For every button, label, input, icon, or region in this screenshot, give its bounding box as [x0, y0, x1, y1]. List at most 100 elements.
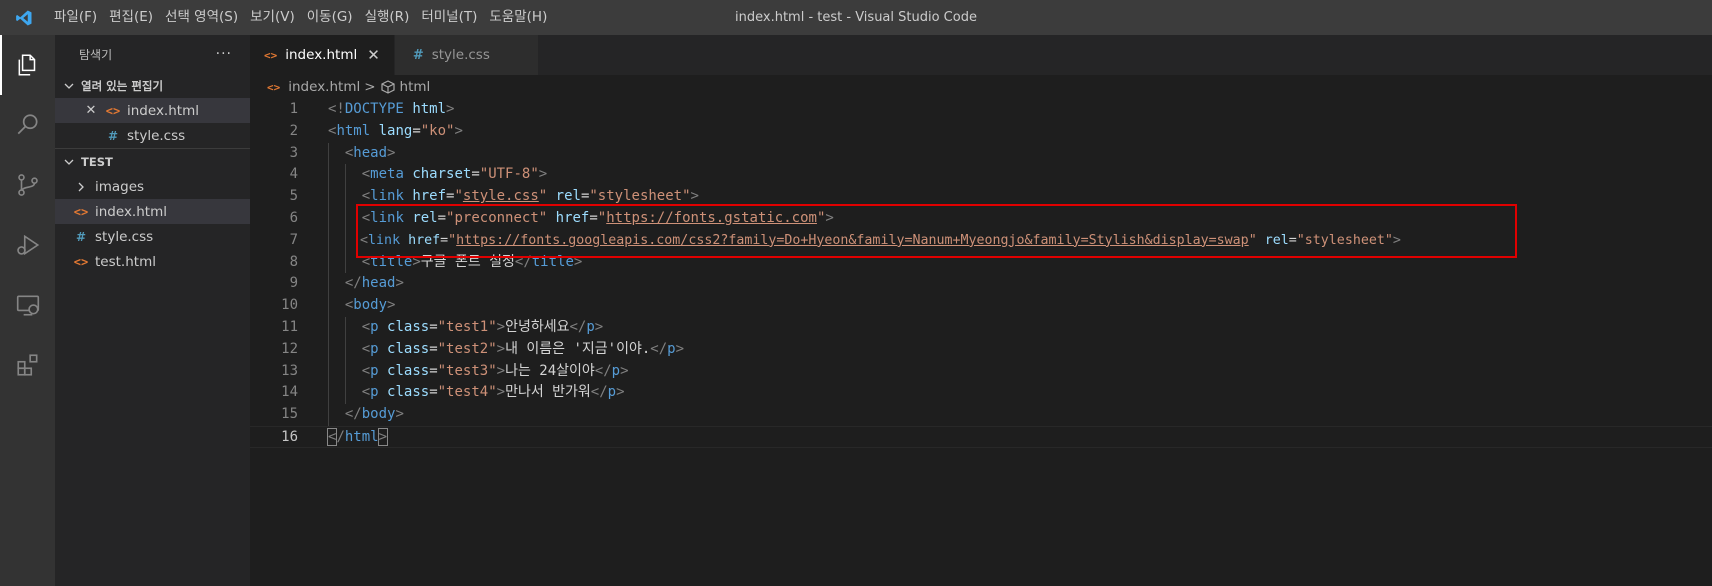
menu-terminal[interactable]: 터미널(T)	[415, 0, 483, 35]
indent-guide	[328, 207, 329, 230]
menu-edit[interactable]: 편집(E)	[103, 0, 159, 35]
menu-file[interactable]: 파일(F)	[48, 0, 103, 35]
line-number: 6	[289, 209, 298, 226]
highlight-box	[356, 204, 1517, 258]
code-line: 15 </body>	[250, 404, 1712, 426]
tab-style-css[interactable]: # style.css	[394, 35, 539, 75]
breadcrumb-separator: >	[364, 79, 376, 95]
menu-view[interactable]: 보기(V)	[244, 0, 301, 35]
open-editors-section[interactable]: 열려 있는 편집기	[55, 73, 250, 98]
indent-guide	[345, 186, 346, 208]
tab-index-html[interactable]: <> index.html ✕	[250, 35, 395, 75]
breadcrumb-symbol[interactable]: html	[400, 79, 431, 95]
indent-guide	[328, 229, 329, 252]
open-editor-index-html[interactable]: ✕ <> index.html	[55, 98, 250, 123]
indent-guide	[328, 338, 329, 361]
code-line: 3 <head>	[250, 142, 1712, 165]
line-number: 12	[281, 340, 298, 357]
code-line: 11 <p class="test1">안녕하세요</p>	[250, 316, 1712, 339]
line-number: 16	[281, 428, 298, 445]
indent-guide	[328, 295, 329, 317]
run-debug-icon[interactable]	[0, 215, 55, 275]
code-text: <p class="test2">내 이름은 '지금'이야.</p>	[361, 340, 684, 357]
code-text: <html lang="ko">	[328, 122, 463, 139]
title-bar: 파일(F) 편집(E) 선택 영역(S) 보기(V) 이동(G) 실행(R) 터…	[0, 0, 1712, 35]
explorer-title: 탐색기	[79, 47, 113, 62]
remote-explorer-icon[interactable]	[0, 275, 55, 335]
line-number: 9	[289, 275, 298, 292]
css-file-icon: #	[75, 229, 87, 244]
breadcrumb-file[interactable]: index.html	[288, 79, 360, 95]
code-line-current: 16 </html>	[250, 425, 1712, 448]
indent-guide	[345, 382, 346, 405]
code-line: 13 <p class="test3">나는 24살이야</p>	[250, 360, 1712, 383]
line-number: 5	[289, 188, 298, 205]
indent-guide	[345, 316, 346, 339]
source-control-icon[interactable]	[0, 155, 55, 215]
more-actions-icon[interactable]: ···	[216, 46, 232, 62]
html-file-icon: <>	[105, 103, 121, 118]
explorer-icon[interactable]	[0, 35, 55, 95]
css-file-icon: #	[107, 128, 119, 143]
search-icon[interactable]	[0, 95, 55, 155]
menu-bar: 파일(F) 편집(E) 선택 영역(S) 보기(V) 이동(G) 실행(R) 터…	[48, 0, 553, 35]
open-editor-style-css[interactable]: # style.css	[55, 123, 250, 148]
line-number: 11	[281, 318, 298, 335]
indent-guide	[345, 338, 346, 361]
close-icon[interactable]: ✕	[83, 103, 99, 118]
tab-label: index.html	[285, 47, 358, 63]
tree-item-test-html[interactable]: <> test.html	[55, 249, 250, 274]
tree-item-label: index.html	[95, 203, 167, 220]
open-editors-label: 열려 있는 편집기	[81, 78, 164, 93]
activity-bar	[0, 35, 55, 586]
tree-item-label: images	[95, 178, 145, 195]
vscode-logo-icon	[0, 0, 48, 35]
tree-item-images[interactable]: images	[55, 174, 250, 199]
line-number: 1	[289, 101, 298, 117]
indent-guide	[328, 251, 329, 274]
extensions-icon[interactable]	[0, 335, 55, 395]
indent-guide	[345, 360, 346, 383]
indent-guide	[328, 382, 329, 405]
indent-guide	[328, 273, 329, 296]
menu-help[interactable]: 도움말(H)	[483, 0, 553, 35]
tree-item-label: style.css	[95, 228, 154, 245]
open-editor-label: index.html	[127, 102, 199, 119]
menu-go[interactable]: 이동(G)	[301, 0, 359, 35]
code-line: 12 <p class="test2">내 이름은 '지금'이야.</p>	[250, 338, 1712, 361]
code-text: <meta charset="UTF-8">	[361, 166, 548, 183]
line-number: 2	[289, 122, 298, 139]
code-text: <!DOCTYPE html>	[328, 101, 455, 117]
html-file-icon: <>	[73, 254, 89, 269]
code-line: 9 </head>	[250, 273, 1712, 296]
tree-item-label: test.html	[95, 253, 156, 270]
indent-guide	[345, 207, 346, 230]
css-file-icon: #	[412, 47, 424, 63]
code-text: <p class="test4">만나서 반가워</p>	[361, 384, 625, 401]
tree-item-index-html[interactable]: <> index.html	[55, 199, 250, 224]
html-file-icon: <>	[267, 80, 281, 94]
line-number: 4	[289, 166, 298, 183]
open-editor-label: style.css	[127, 127, 186, 144]
code-text: </head>	[344, 275, 404, 292]
menu-run[interactable]: 실행(R)	[359, 0, 416, 35]
line-number: 7	[289, 231, 298, 248]
indent-guide	[328, 186, 329, 208]
indent-guide	[328, 164, 329, 187]
explorer-sidebar: 탐색기 ··· 열려 있는 편집기 ✕ <> index.html # styl…	[55, 35, 250, 586]
folder-section-test[interactable]: TEST	[55, 149, 250, 174]
code-text: <p class="test1">안녕하세요</p>	[361, 318, 604, 335]
indent-guide	[345, 251, 346, 274]
close-icon[interactable]: ✕	[367, 46, 380, 64]
code-text: <p class="test3">나는 24살이야</p>	[361, 362, 629, 379]
code-editor[interactable]: 1 <!DOCTYPE html> 2 <html lang="ko"> 3 <…	[250, 99, 1712, 586]
code-line: 10 <body>	[250, 295, 1712, 317]
indent-guide	[328, 142, 329, 165]
symbol-icon	[380, 79, 396, 95]
explorer-header: 탐색기 ···	[55, 35, 250, 73]
menu-selection[interactable]: 선택 영역(S)	[159, 0, 244, 35]
indent-guide	[345, 164, 346, 187]
html-file-icon: <>	[264, 48, 278, 62]
tree-item-style-css[interactable]: # style.css	[55, 224, 250, 249]
indent-guide	[328, 360, 329, 383]
